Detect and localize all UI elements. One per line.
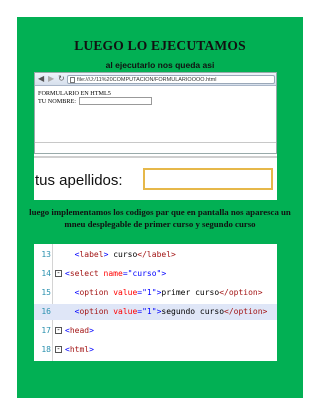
line-number: 14 [41, 269, 51, 278]
line-number: 18 [41, 345, 51, 354]
code-source: <select name="curso"> [65, 269, 167, 278]
apellidos-label: tus apellidos: [35, 172, 123, 189]
code-line: 17- <head> [34, 323, 277, 339]
code-line: 16 <option value="1">segundo curso</opti… [34, 304, 277, 320]
code-line: 13 <label> curso</label> [34, 247, 277, 263]
code-source: <option value="1">primer curso</option> [74, 288, 263, 297]
code-line: 15 <option value="1">primer curso</optio… [34, 285, 277, 301]
apellidos-input[interactable] [143, 168, 273, 190]
line-number: 15 [41, 288, 51, 297]
line-number: 16 [41, 307, 51, 316]
fold-toggle-icon[interactable]: - [55, 327, 62, 334]
fold-toggle-icon[interactable]: - [55, 270, 62, 277]
browser-screenshot: ◀ ▶ ↻ file:///J:/11%20COMPUTACION/FORMUL… [34, 72, 277, 154]
browser-toolbar: ◀ ▶ ↻ file:///J:/11%20COMPUTACION/FORMUL… [35, 73, 276, 86]
apellidos-zoom: tus apellidos: [34, 154, 277, 200]
divider [34, 156, 277, 158]
page-title: LUEGO LO EJECUTAMOS [74, 38, 246, 53]
code-line: 18- <html> [34, 342, 277, 358]
address-bar[interactable]: file:///J:/11%20COMPUTACION/FORMULARIOOO… [67, 75, 275, 84]
code-source: <option value="1">segundo curso</option> [74, 307, 268, 316]
line-number: 17 [41, 326, 51, 335]
line-number: 13 [41, 250, 51, 259]
code-editor: 13 <label> curso</label> 14- <select name=… [34, 244, 277, 361]
code-source: <label> curso</label> [74, 250, 176, 259]
page-subtitle: al ejecutarlo nos queda asi [105, 60, 215, 70]
nombre-label: TU NOMBRE: [38, 98, 76, 105]
back-arrow-icon[interactable]: ◀ [38, 75, 44, 83]
reload-icon[interactable]: ↻ [58, 75, 65, 83]
nombre-input[interactable] [79, 97, 152, 105]
divider [35, 142, 276, 143]
forward-arrow-icon[interactable]: ▶ [48, 75, 54, 83]
browser-content: FORMULARIO EN HTML5 TU NOMBRE: [35, 87, 276, 153]
address-text: file:///J:/11%20COMPUTACION/FORMULARIOOO… [77, 77, 217, 83]
code-source: <html> [65, 345, 94, 354]
fold-toggle-icon[interactable]: - [55, 346, 62, 353]
explanation-text: luego implementamos los codigos par que … [29, 207, 291, 229]
page-icon [70, 77, 75, 83]
code-line: 14- <select name="curso"> [34, 266, 277, 282]
code-source: <head> [65, 326, 94, 335]
form-heading: FORMULARIO EN HTML5 [38, 90, 111, 97]
